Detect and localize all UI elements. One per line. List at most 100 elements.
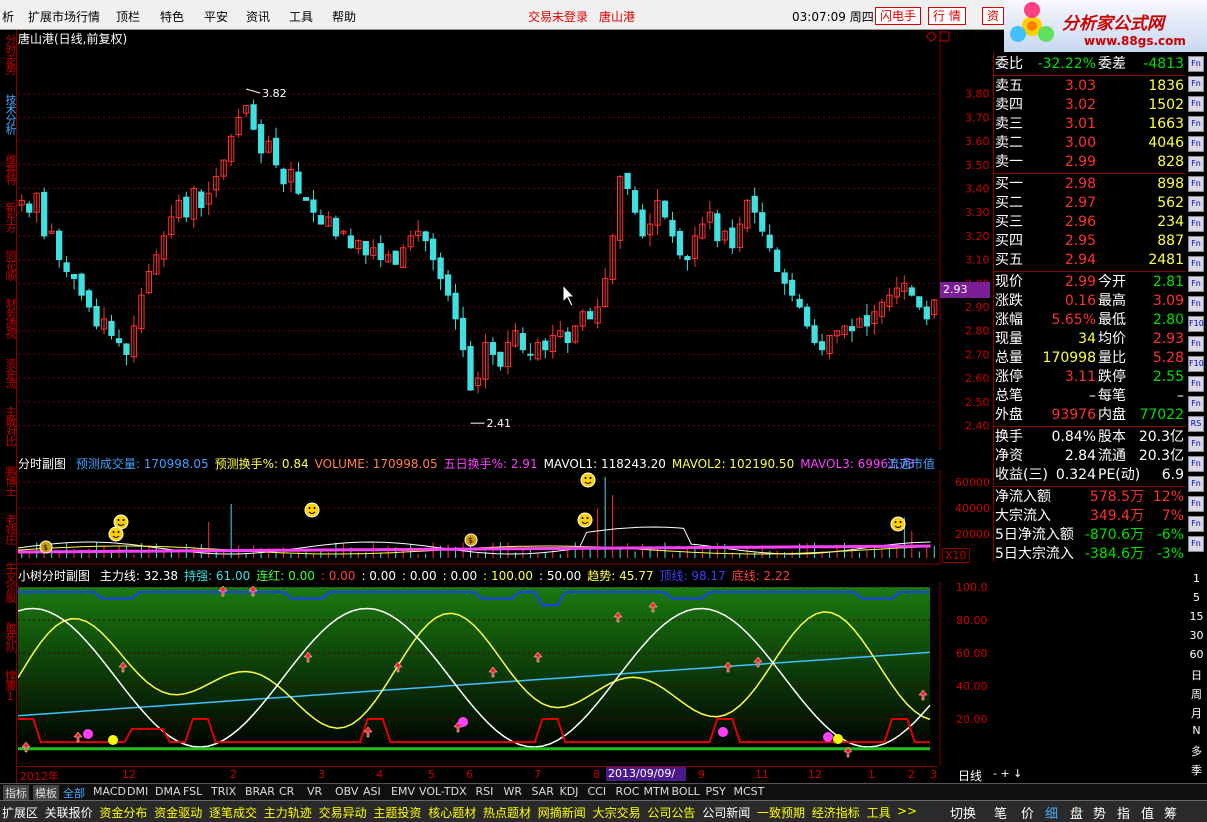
view-switch-tab[interactable]: 筹 <box>1164 803 1177 822</box>
function-shortcut-icon[interactable]: Fn <box>1188 76 1204 92</box>
volume-chart[interactable]: 60000 40000 20000 $ $ <box>18 470 993 565</box>
menu-news[interactable]: 资讯 <box>246 8 270 25</box>
indicator-tab[interactable]: EMV <box>391 785 415 798</box>
quote-stat-row[interactable]: 外盘 93976 内盘 77022 <box>994 406 1186 425</box>
smiley-icon[interactable] <box>304 502 320 518</box>
menu-special[interactable]: 特色 <box>160 8 184 25</box>
function-shortcut-icon[interactable]: Fn <box>1188 476 1204 492</box>
money-flow-row[interactable]: 净流入额 578.5万 12% <box>994 488 1186 507</box>
fundamental-row[interactable]: 收益(三) 0.324 PE(动) 6.9 <box>994 466 1186 485</box>
quote-stat-row[interactable]: 总量 170998 量比 5.28 <box>994 349 1186 368</box>
function-shortcut-icon[interactable]: Fn <box>1188 456 1204 472</box>
tab-finance[interactable]: 财务透视 <box>1 298 17 338</box>
tab-intraday[interactable]: 分时走势 <box>1 34 17 74</box>
buy-level-row[interactable]: 买五 2.94 2481 <box>994 251 1186 270</box>
quote-stat-row[interactable]: 现量 34 均价 2.93 <box>994 330 1186 349</box>
maximize-icon[interactable] <box>939 31 950 42</box>
view-switch-tab[interactable]: 笔 <box>994 803 1007 822</box>
diamond-icon[interactable] <box>925 30 938 43</box>
moneybag-icon[interactable]: $ <box>39 540 53 554</box>
period-option[interactable]: 周 <box>1186 686 1207 702</box>
period-option[interactable]: 多 <box>1186 743 1207 759</box>
indicator-tab[interactable]: 模板 <box>33 785 59 801</box>
function-shortcut-icon[interactable]: Fn <box>1188 156 1204 172</box>
quote-stat-row[interactable]: 涨跌 0.16 最高 3.09 <box>994 292 1186 311</box>
tab-pengboshi[interactable]: 鹏博士 <box>1 466 17 496</box>
function-shortcut-icon[interactable]: Fn <box>1188 216 1204 232</box>
fundamental-row[interactable]: 净资 2.84 流通 20.3亿 <box>994 447 1186 466</box>
bottom-tab[interactable]: 主力轨迹 <box>264 804 312 821</box>
money-flow-row[interactable]: 5日净流入额 -870.6万 -6% <box>994 526 1186 545</box>
function-shortcut-icon[interactable]: Fn <box>1188 336 1204 352</box>
login-status[interactable]: 交易未登录 <box>528 8 588 25</box>
sell-level-row[interactable]: 卖四 3.02 1502 <box>994 96 1186 115</box>
sub1-x10-badge[interactable]: X10 <box>942 548 970 563</box>
tab-weisaite[interactable]: 维赛特 <box>1 154 17 184</box>
period-option[interactable]: 30 <box>1186 629 1207 642</box>
bottom-tab[interactable]: 一致预期 <box>757 804 805 821</box>
indicator-tab[interactable]: KDJ <box>560 785 579 798</box>
buy-level-row[interactable]: 买二 2.97 562 <box>994 194 1186 213</box>
indicator-tab[interactable]: RSI <box>476 785 494 798</box>
bottom-tab[interactable]: 主题投资 <box>373 804 421 821</box>
indicator-tab[interactable]: CR <box>279 785 294 798</box>
bottom-tab[interactable]: 网摘新闻 <box>538 804 586 821</box>
indicator-tab[interactable]: ROC <box>616 785 640 798</box>
sell-level-row[interactable]: 卖三 3.01 1663 <box>994 115 1186 134</box>
period-option[interactable]: 季 <box>1186 762 1207 778</box>
smiley-icon[interactable] <box>577 512 593 528</box>
indicator-tab[interactable]: 指标 <box>3 785 29 801</box>
indicator-tab[interactable]: MTM <box>644 785 670 798</box>
bottom-tab[interactable]: 工具 <box>867 804 891 821</box>
bottom-tab[interactable]: 大宗交易 <box>593 804 641 821</box>
period-option[interactable]: N <box>1186 724 1207 737</box>
indicator-tab[interactable]: DMI <box>127 785 148 798</box>
function-shortcut-icon[interactable]: Fn <box>1188 536 1204 552</box>
view-switch-tab[interactable]: 切换 <box>950 803 976 822</box>
function-shortcut-icon[interactable]: Fn <box>1188 236 1204 252</box>
quote-stat-row[interactable]: 涨停 3.11 跌停 2.55 <box>994 368 1186 387</box>
menu-topbar[interactable]: 顶栏 <box>116 8 140 25</box>
tab-capital-flow[interactable]: 资金流 <box>1 358 17 388</box>
sell-level-row[interactable]: 卖一 2.99 828 <box>994 153 1186 172</box>
sell-level-row[interactable]: 卖五 3.03 1836 <box>994 77 1186 96</box>
function-shortcut-icon[interactable]: F10 <box>1188 356 1204 372</box>
candlestick-chart[interactable]: 3.803.703.603.503.403.303.203.103.002.90… <box>18 30 993 450</box>
menu-analysis[interactable]: 析 <box>2 8 14 25</box>
bottom-tab[interactable]: 交易异动 <box>319 804 367 821</box>
tab-stock-diagnose[interactable]: 牛叉诊股 <box>1 562 17 602</box>
indicator-tab[interactable]: DMA <box>155 785 181 798</box>
bottom-tab[interactable]: 核心题材 <box>428 804 476 821</box>
tab-technical[interactable]: 技术分析 <box>1 94 17 134</box>
function-shortcut-icon[interactable]: Fn <box>1188 256 1204 272</box>
function-shortcut-icon[interactable]: Fn <box>1188 296 1204 312</box>
indicator-tab[interactable]: WR <box>504 785 523 798</box>
smiley-icon[interactable] <box>108 526 124 542</box>
period-option[interactable]: 月 <box>1186 705 1207 721</box>
function-shortcut-icon[interactable]: Fn <box>1188 376 1204 392</box>
menu-help[interactable]: 帮助 <box>332 8 356 25</box>
function-shortcut-icon[interactable]: Fn <box>1188 116 1204 132</box>
indicator-tab[interactable]: VOL-TDX <box>419 785 467 798</box>
menu-tools[interactable]: 工具 <box>289 8 313 25</box>
bottom-tab[interactable]: 关联报价 <box>45 804 93 821</box>
bottom-tab[interactable]: 经济指标 <box>812 804 860 821</box>
buy-level-row[interactable]: 买四 2.95 887 <box>994 232 1186 251</box>
function-shortcut-icon[interactable]: Fn <box>1188 276 1204 292</box>
indicator-tab[interactable]: TRIX <box>211 785 236 798</box>
function-shortcut-icon[interactable]: Fn <box>1188 196 1204 212</box>
function-shortcut-icon[interactable]: Fn <box>1188 176 1204 192</box>
tab-chengyao[interactable]: 撑腰1 <box>1 670 17 702</box>
scroll-arrows[interactable]: - + ↓ <box>993 767 1022 780</box>
indicator-tab[interactable]: MCST <box>734 785 765 798</box>
view-switch-tab[interactable]: 势 <box>1093 803 1106 822</box>
indicator-tab[interactable]: OBV <box>335 785 358 798</box>
quote-stat-row[interactable]: 现价 2.99 今开 2.81 <box>994 273 1186 292</box>
money-flow-row[interactable]: 大宗流入 349.4万 7% <box>994 507 1186 526</box>
flash-trade-button[interactable]: 闪电手 <box>875 7 922 25</box>
period-option[interactable]: 15 <box>1186 610 1207 623</box>
indicator-tab[interactable]: ASI <box>363 785 381 798</box>
menu-extended-market[interactable]: 扩展市场行情 <box>28 8 100 25</box>
bottom-tab[interactable]: 扩展区 <box>2 804 38 821</box>
period-option[interactable]: 5 <box>1186 591 1207 604</box>
